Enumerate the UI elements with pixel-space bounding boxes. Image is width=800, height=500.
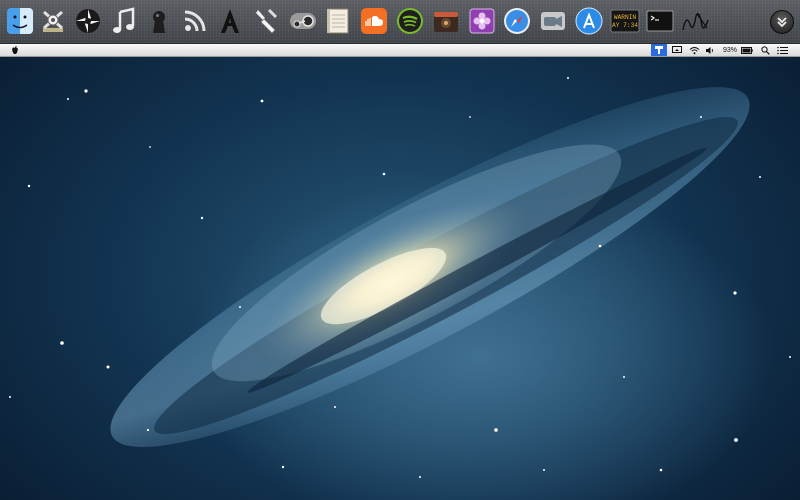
console-line-2: AY 7:34 <box>612 22 638 29</box>
display-icon[interactable] <box>670 44 684 56</box>
finder-icon[interactable] <box>5 6 35 36</box>
safari-compass-icon[interactable] <box>502 6 532 36</box>
keyhole-icon[interactable] <box>144 6 174 36</box>
music-note-icon[interactable] <box>108 6 138 36</box>
double-chevron-down-icon[interactable] <box>770 10 794 34</box>
aperture-icon[interactable] <box>73 6 103 36</box>
desktop-screen: WARNIN AY 7:34 93% <box>0 0 800 500</box>
letter-a-icon[interactable] <box>215 6 245 36</box>
notebook-icon[interactable] <box>323 6 353 36</box>
rss-icon[interactable] <box>180 6 210 36</box>
galaxy-illustration <box>9 77 791 478</box>
active-menu-icon[interactable] <box>651 44 667 56</box>
soundcloud-icon[interactable] <box>359 6 389 36</box>
video-camera-icon[interactable] <box>538 6 568 36</box>
apple-icon[interactable] <box>9 44 21 56</box>
wrench-icon[interactable] <box>251 6 281 36</box>
terminal-icon[interactable] <box>645 6 675 36</box>
console-line-1: WARNIN <box>614 14 637 21</box>
battery-icon[interactable] <box>740 44 754 56</box>
galaxy-wallpaper <box>0 57 800 500</box>
spotlight-search-icon[interactable] <box>759 44 771 56</box>
menu-bar: 93% <box>0 44 800 57</box>
crossed-tools-icon[interactable] <box>38 6 68 36</box>
battery-percentage[interactable]: 93% <box>720 44 740 56</box>
wifi-icon[interactable] <box>687 44 701 56</box>
app-dock: WARNIN AY 7:34 <box>0 0 800 44</box>
app-store-icon[interactable] <box>574 6 604 36</box>
media-box-icon[interactable] <box>431 6 461 36</box>
console-warning-icon[interactable]: WARNIN AY 7:34 <box>610 6 640 36</box>
spotify-icon[interactable] <box>395 6 425 36</box>
pink-flower-icon[interactable] <box>467 6 497 36</box>
notification-list-icon[interactable] <box>775 44 789 56</box>
volume-icon[interactable] <box>704 44 716 56</box>
steam-icon[interactable] <box>288 6 318 36</box>
signature-icon[interactable] <box>680 6 710 36</box>
